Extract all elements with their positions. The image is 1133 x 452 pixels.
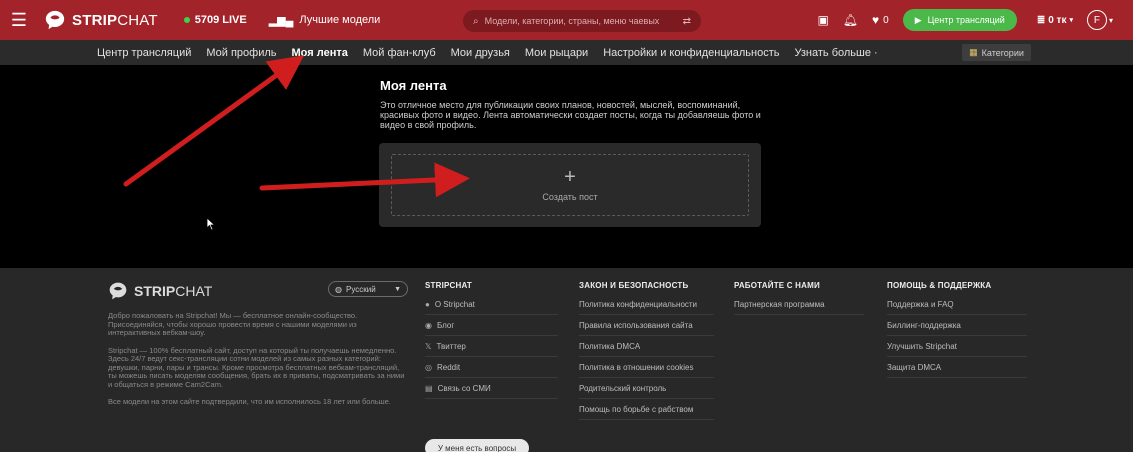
live-counter[interactable]: 5709 LIVE: [183, 14, 247, 26]
language-label: Русский: [345, 284, 376, 294]
mouse-cursor-icon: [206, 217, 216, 231]
globe-icon: ◍: [335, 284, 342, 294]
footer-column-heading: РАБОТАЙТЕ С НАМИ: [734, 281, 820, 290]
subnav-item-my-feed[interactable]: Моя лента: [292, 47, 348, 59]
subnav-items: Центр трансляций Мой профиль Моя лента М…: [97, 40, 878, 65]
subnav-item-my-profile[interactable]: Мой профиль: [206, 47, 276, 59]
footer-column-support: ПОМОЩЬ & ПОДДЕРЖКА Поддержка и FAQ Билли…: [887, 281, 1027, 378]
footer-link-parental-control[interactable]: Родительский контроль: [579, 378, 714, 399]
info-icon: ●: [425, 299, 430, 309]
stripchat-logo-icon: [45, 10, 65, 30]
live-dot-icon: [183, 17, 190, 23]
footer-column-legal: ЗАКОН И БЕЗОПАСНОСТЬ Политика конфиденци…: [579, 281, 714, 420]
footer-link-reddit[interactable]: ◎ Reddit: [425, 357, 558, 378]
tokens-icon: ≣: [1036, 14, 1046, 26]
footer-column-stripchat: STRIPCHAT ● О Stripchat ◉ Блог 𝕏 Твиттер ◎ R…: [425, 281, 558, 399]
notifications-bell-icon[interactable]: 🔔︎: [843, 13, 858, 27]
footer-link-anti-slavery[interactable]: Помощь по борьбе с рабством: [579, 399, 714, 420]
footer-link-cookies[interactable]: Политика в отношении cookies: [579, 357, 714, 378]
plus-icon: +: [564, 166, 576, 188]
footer-about-paragraph: Stripchat — 100% бесплатный сайт, доступ…: [108, 345, 405, 389]
podium-icon: ▂▆▄: [268, 14, 294, 27]
brand-name: STRIPCHAT: [72, 11, 158, 29]
subnav-item-friends[interactable]: Мои друзья: [451, 47, 510, 59]
search-box[interactable]: ⌕ ⇄: [463, 10, 701, 32]
reddit-icon: ◎: [425, 362, 432, 372]
top-bar: ☰ STRIPCHAT 5709 LIVE ▂▆▄ Лучшие модели …: [0, 0, 1133, 40]
press-icon: ▤: [425, 383, 433, 393]
subnav-item-knights[interactable]: Мои рыцари: [525, 47, 588, 59]
play-icon: ▶: [914, 14, 922, 25]
footer-link-improve[interactable]: Улучшить Stripchat: [887, 336, 1027, 357]
create-post-card: + Создать пост: [379, 143, 761, 227]
menu-icon[interactable]: ☰: [0, 0, 38, 40]
chevron-down-icon: ▾: [1069, 17, 1073, 24]
favorites-heart-icon[interactable]: ♥: [872, 13, 879, 27]
subnav-item-learn-more[interactable]: Узнать больше ·: [795, 47, 878, 59]
footer-link-billing[interactable]: Биллинг-поддержка: [887, 315, 1027, 336]
tokens-balance[interactable]: ≣ 0 тк ▾: [1037, 15, 1073, 26]
live-count-label: 5709 LIVE: [194, 14, 247, 26]
footer-column-heading: ПОМОЩЬ & ПОДДЕРЖКА: [887, 281, 992, 290]
broadcast-center-label: Центр трансляций: [927, 15, 1005, 25]
top-models-label: Лучшие модели: [299, 14, 381, 26]
footer-link-press[interactable]: ▤ Связь со СМИ: [425, 378, 558, 399]
footer-column-heading: ЗАКОН И БЕЗОПАСНОСТЬ: [579, 281, 689, 290]
top-models-link[interactable]: ▂▆▄ Лучшие модели: [269, 14, 381, 27]
language-select[interactable]: ◍ Русский ▼: [328, 281, 408, 297]
brand-logo[interactable]: STRIPCHAT: [44, 9, 158, 31]
questions-button[interactable]: У меня есть вопросы: [425, 439, 529, 452]
avatar-chevron-down-icon[interactable]: ▾: [1109, 16, 1113, 25]
footer-about-paragraph: Добро пожаловать на Stripchat! Мы — бесп…: [108, 311, 358, 337]
subnav-item-settings[interactable]: Настройки и конфиденциальность: [603, 47, 779, 59]
blog-icon: ◉: [425, 320, 432, 330]
feed-description: Это отличное место для публикации своих …: [380, 100, 761, 130]
footer-link-about[interactable]: ● О Stripchat: [425, 294, 558, 315]
broadcast-center-button[interactable]: ▶ Центр трансляций: [902, 9, 1017, 31]
footer-link-faq[interactable]: Поддержка и FAQ: [887, 294, 1027, 315]
footer-link-blog[interactable]: ◉ Блог: [425, 315, 558, 336]
search-input[interactable]: [484, 16, 683, 26]
categories-label: Категории: [981, 47, 1024, 58]
footer-column-work-with-us: РАБОТАЙТЕ С НАМИ Партнерская программа: [734, 281, 864, 315]
x-twitter-icon: 𝕏: [425, 341, 432, 351]
messages-icon[interactable]: ▣: [817, 13, 828, 27]
annotation-arrow-to-feed-tab: [123, 55, 305, 187]
grid-icon: ▦: [969, 47, 978, 57]
create-post-label: Создать пост: [542, 192, 598, 202]
footer-column-heading: STRIPCHAT: [425, 281, 472, 290]
tokens-label: 0 тк: [1048, 14, 1067, 26]
footer-brand-name: STRIPCHAT: [134, 283, 213, 299]
footer-logo[interactable]: STRIPCHAT: [108, 281, 212, 301]
footer-link-dmca-protection[interactable]: Защита DMCA: [887, 357, 1027, 378]
subnav-item-broadcast-center[interactable]: Центр трансляций: [97, 47, 191, 59]
footer-link-dmca-policy[interactable]: Политика DMCA: [579, 336, 714, 357]
profile-subnav: Центр трансляций Мой профиль Моя лента М…: [0, 40, 1133, 65]
categories-button[interactable]: ▦ Категории: [962, 44, 1031, 61]
footer-about-paragraph: Все модели на этом сайте подтвердили, чт…: [108, 397, 391, 406]
footer-stripchat-logo-icon: [109, 282, 127, 300]
footer-about: Добро пожаловать на Stripchat! Мы — бесп…: [108, 311, 408, 416]
search-icon: ⌕: [473, 15, 479, 27]
favorites-count: 0: [883, 14, 889, 26]
subnav-item-fan-club[interactable]: Мой фан-клуб: [363, 47, 436, 59]
filter-icon[interactable]: ⇄: [683, 16, 691, 27]
footer-link-privacy[interactable]: Политика конфиденциальности: [579, 294, 714, 315]
footer-link-affiliate[interactable]: Партнерская программа: [734, 294, 864, 315]
create-post-button[interactable]: + Создать пост: [391, 154, 749, 216]
footer-link-twitter[interactable]: 𝕏 Твиттер: [425, 336, 558, 357]
feed-title: Моя лента: [380, 78, 447, 93]
top-right-controls: ▣ 🔔︎ ♥ 0 ▶ Центр трансляций ≣ 0 тк ▾ F ▾: [817, 0, 1133, 40]
footer-link-terms[interactable]: Правила использования сайта: [579, 315, 714, 336]
user-avatar[interactable]: F: [1086, 10, 1107, 30]
chevron-down-icon: ▼: [394, 285, 401, 293]
